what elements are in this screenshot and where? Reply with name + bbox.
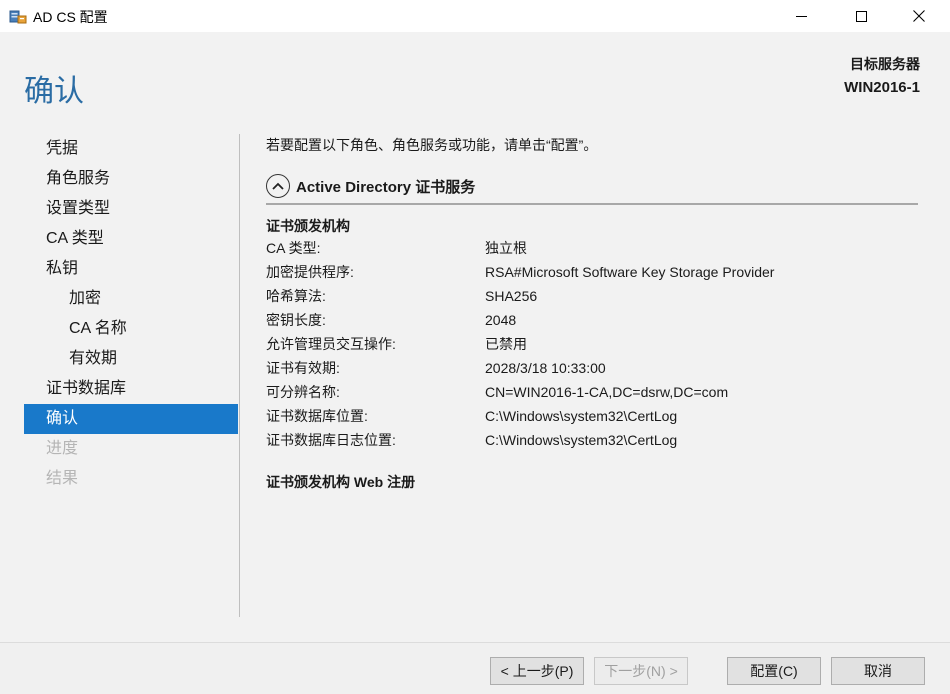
property-value: 2028/3/18 10:33:00 [485, 360, 606, 376]
nav-item-progress: 进度 [46, 440, 79, 457]
property-row: 证书数据库位置: C:\Windows\system32\CertLog [266, 404, 774, 428]
next-button: 下一步(N) > [594, 657, 688, 685]
window-title: AD CS 配置 [33, 9, 108, 25]
wizard-footer: < 上一步(P) 下一步(N) > 配置(C) 取消 [0, 642, 950, 694]
property-key: 密钥长度: [266, 312, 326, 328]
nav-item-cryptography[interactable]: 加密 [24, 284, 238, 314]
intro-text: 若要配置以下角色、角色服务或功能，请单击“配置”。 [266, 137, 598, 153]
group-title-web-enrollment: 证书颁发机构 Web 注册 [266, 474, 416, 490]
property-key: 哈希算法: [266, 288, 326, 304]
nav-item-ca-type[interactable]: CA 类型 [24, 224, 238, 254]
property-value: RSA#Microsoft Software Key Storage Provi… [485, 264, 775, 280]
property-value: CN=WIN2016-1-CA,DC=dsrw,DC=com [485, 384, 729, 400]
property-row: 允许管理员交互操作: 已禁用 [266, 332, 774, 356]
page-title: 确认 [24, 75, 84, 108]
close-button[interactable] [896, 0, 942, 32]
server-icon [9, 7, 27, 24]
wizard-nav: 凭据 角色服务 设置类型 CA 类型 私钥 加密 CA 名称 有效期 证书数据库… [24, 134, 238, 494]
property-value: SHA256 [485, 288, 538, 304]
property-value: 已禁用 [485, 336, 527, 352]
minimize-button[interactable] [778, 0, 824, 32]
nav-item-validity-period[interactable]: 有效期 [24, 344, 238, 374]
property-key: 加密提供程序: [266, 264, 354, 280]
nav-item-setup-type[interactable]: 设置类型 [24, 194, 238, 224]
property-row: CA 类型: 独立根 [266, 236, 774, 260]
nav-item-private-key[interactable]: 私钥 [24, 254, 238, 284]
chevron-up-circle-icon[interactable] [266, 174, 290, 198]
property-row: 证书有效期: 2028/3/18 10:33:00 [266, 356, 774, 380]
target-server-label: 目标服务器 [850, 56, 920, 72]
property-key: CA 类型: [266, 240, 321, 256]
group-title-ca: 证书颁发机构 [266, 218, 350, 234]
section-title: Active Directory 证书服务 [296, 178, 476, 196]
property-key: 证书有效期: [266, 360, 340, 376]
property-row: 密钥长度: 2048 [266, 308, 774, 332]
property-value: 2048 [485, 312, 517, 328]
minimize-icon [795, 15, 807, 17]
configure-button[interactable]: 配置(C) [727, 657, 821, 685]
property-key: 可分辨名称: [266, 384, 340, 400]
nav-item-credentials[interactable]: 凭据 [24, 134, 238, 164]
property-row: 加密提供程序: RSA#Microsoft Software Key Stora… [266, 260, 774, 284]
property-key: 证书数据库位置: [266, 408, 368, 424]
nav-divider [239, 134, 240, 617]
property-value: C:\Windows\system32\CertLog [485, 432, 678, 448]
property-key: 证书数据库日志位置: [266, 432, 396, 448]
property-row: 可分辨名称: CN=WIN2016-1-CA,DC=dsrw,DC=com [266, 380, 774, 404]
nav-item-ca-name[interactable]: CA 名称 [24, 314, 238, 344]
property-row: 哈希算法: SHA256 [266, 284, 774, 308]
section-divider [266, 203, 918, 205]
property-key: 允许管理员交互操作: [266, 336, 396, 352]
maximize-button[interactable] [838, 0, 884, 32]
property-list: CA 类型: 独立根 加密提供程序: RSA#Microsoft Softwar… [266, 236, 774, 452]
property-value: C:\Windows\system32\CertLog [485, 408, 678, 424]
target-server-value: WIN2016-1 [844, 79, 920, 96]
wizard-header: 确认 目标服务器 WIN2016-1 [0, 32, 950, 130]
wizard-content: 凭据 角色服务 设置类型 CA 类型 私钥 加密 CA 名称 有效期 证书数据库… [0, 130, 950, 642]
nav-item-confirmation[interactable]: 确认 [24, 404, 238, 434]
nav-item-certificate-database[interactable]: 证书数据库 [24, 374, 238, 404]
nav-item-role-services[interactable]: 角色服务 [24, 164, 238, 194]
previous-button[interactable]: < 上一步(P) [490, 657, 584, 685]
maximize-icon [855, 10, 867, 22]
cancel-button[interactable]: 取消 [831, 657, 925, 685]
section-header[interactable]: Active Directory 证书服务 [266, 174, 475, 198]
nav-item-results: 结果 [46, 470, 79, 487]
close-icon [913, 10, 925, 22]
title-bar: AD CS 配置 [0, 0, 950, 32]
property-row: 证书数据库日志位置: C:\Windows\system32\CertLog [266, 428, 774, 452]
property-value: 独立根 [485, 240, 527, 256]
